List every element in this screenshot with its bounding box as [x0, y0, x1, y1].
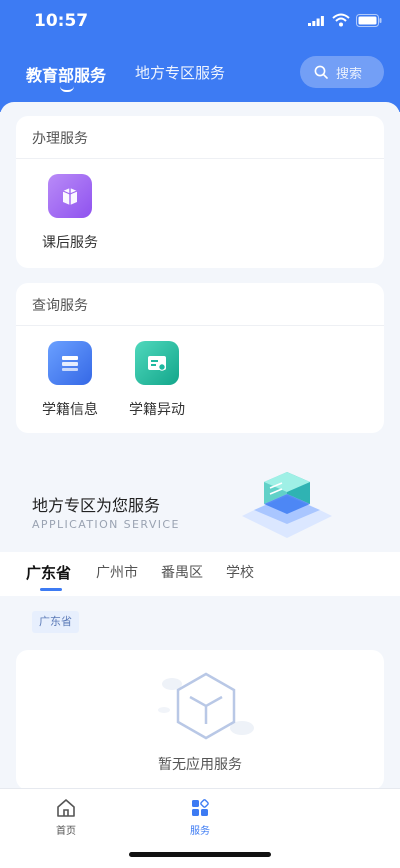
region-tab-indicator: [40, 588, 62, 591]
region-tab-school[interactable]: 学校: [226, 562, 254, 582]
region-tab-district[interactable]: 番禺区: [161, 562, 203, 582]
local-zone-banner: 地方专区为您服务 APPLICATION SERVICE: [0, 448, 400, 548]
book-box-icon: [48, 174, 92, 218]
region-tab-province[interactable]: 广东省: [26, 562, 71, 583]
banner-title: 地方专区为您服务: [32, 496, 161, 515]
divider: [16, 325, 384, 326]
empty-state-card: 暂无应用服务: [16, 650, 384, 790]
search-icon: [314, 65, 328, 79]
service-label: 课后服务: [42, 235, 98, 251]
service-label: 学籍异动: [129, 402, 185, 418]
server-illustration-icon: [242, 472, 332, 538]
handling-services-card: 办理服务 课后服务: [16, 116, 384, 268]
query-services-card: 查询服务 学籍信息 学籍异动: [16, 283, 384, 433]
empty-state-text: 暂无应用服务: [158, 757, 242, 773]
search-placeholder: 搜索: [336, 66, 363, 82]
tab-ministry-services[interactable]: 教育部服务: [26, 62, 106, 86]
card-title: 查询服务: [32, 298, 88, 314]
nav-label: 首页: [56, 826, 76, 837]
student-record-info-button[interactable]: 学籍信息: [30, 341, 110, 419]
banner-subtitle: APPLICATION SERVICE: [32, 518, 180, 531]
status-time: 10:57: [34, 11, 89, 31]
home-icon: [57, 799, 75, 817]
nav-label: 服务: [190, 826, 210, 837]
tab-local-services[interactable]: 地方专区服务: [135, 62, 225, 83]
active-tab-indicator: [60, 86, 74, 92]
record-change-icon: [135, 341, 179, 385]
battery-icon: [356, 14, 382, 27]
service-label: 学籍信息: [42, 402, 98, 418]
wifi-icon: [332, 13, 350, 27]
region-tabs: 广东省 广州市 番禺区 学校: [0, 552, 400, 596]
cellular-signal-icon: [308, 16, 324, 26]
search-button[interactable]: 搜索: [300, 56, 384, 88]
empty-box-icon: [158, 672, 254, 740]
card-title: 办理服务: [32, 131, 88, 147]
student-record-icon: [48, 341, 92, 385]
status-bar: 10:57: [0, 0, 400, 44]
divider: [16, 158, 384, 159]
student-record-change-button[interactable]: 学籍异动: [117, 341, 197, 419]
after-school-service-button[interactable]: 课后服务: [30, 174, 110, 252]
home-indicator: [129, 852, 271, 857]
region-chip: 广东省: [32, 611, 79, 633]
region-tab-city[interactable]: 广州市: [96, 562, 138, 582]
nav-home[interactable]: 首页: [36, 797, 96, 837]
apps-icon: [192, 799, 209, 816]
nav-services[interactable]: 服务: [170, 797, 230, 837]
